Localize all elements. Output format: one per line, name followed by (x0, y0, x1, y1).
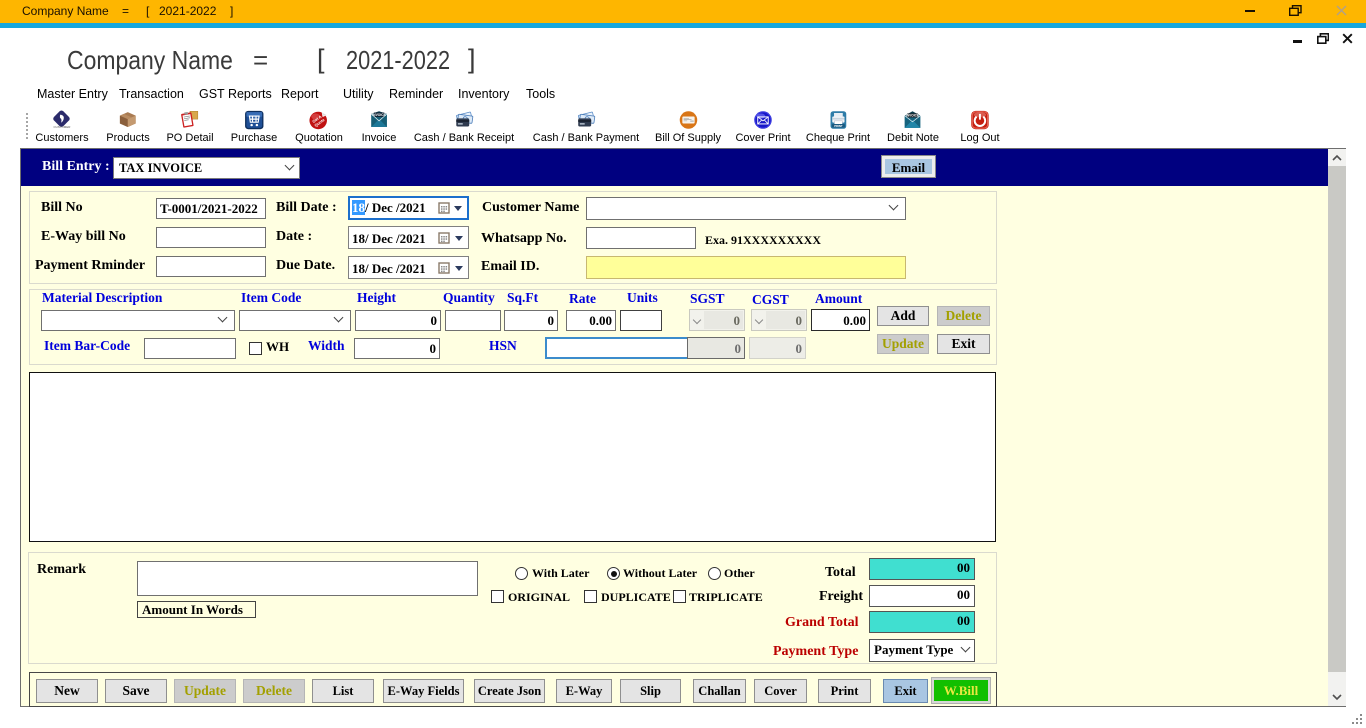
svg-text:INVOICE: INVOICE (907, 114, 920, 118)
svg-text:CUSTOMER: CUSTOMER (54, 125, 71, 129)
svg-text:PRINT: PRINT (834, 124, 843, 128)
